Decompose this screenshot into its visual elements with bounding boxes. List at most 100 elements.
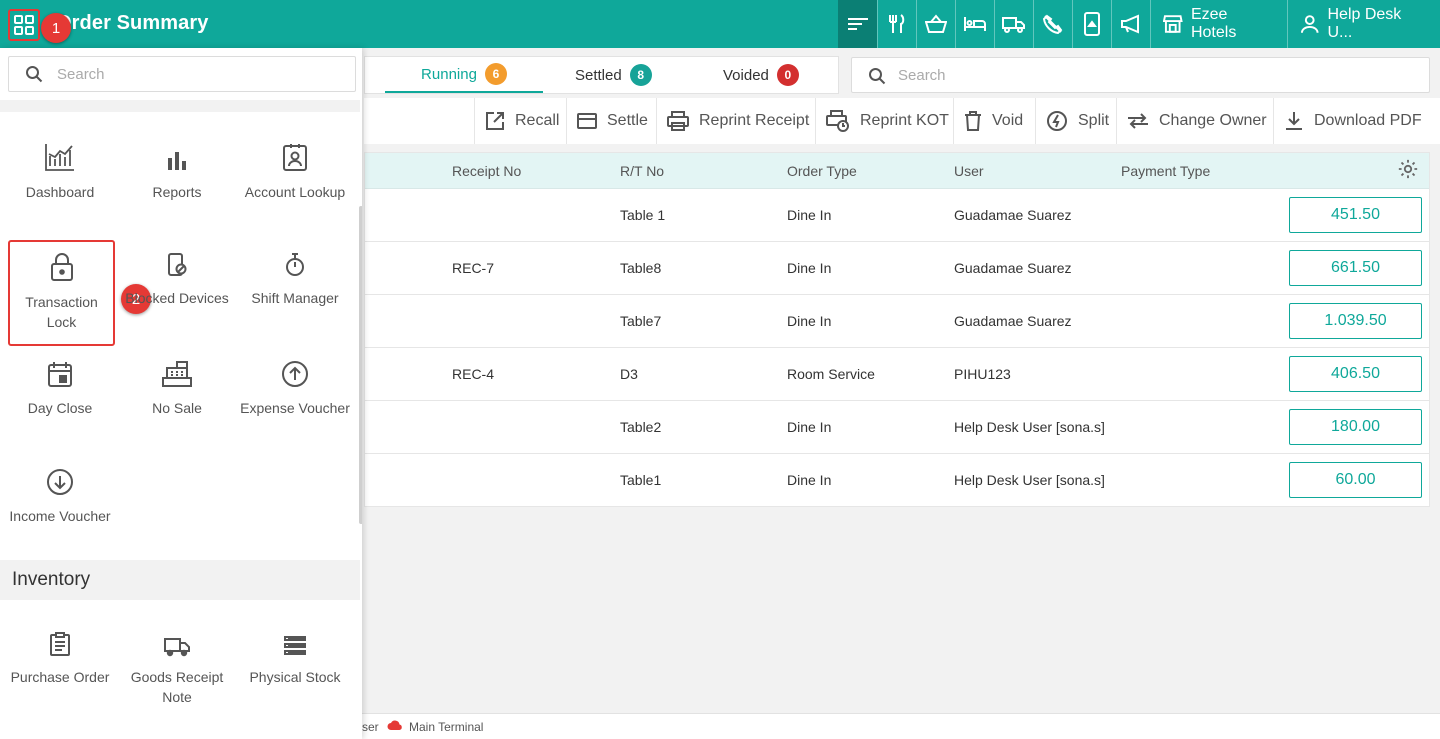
table-row[interactable]: REC-4 D3 Room Service PIHU123 406.50 xyxy=(365,348,1429,401)
nav-delivery-button[interactable] xyxy=(994,0,1033,48)
void-button[interactable]: Void xyxy=(953,98,1023,144)
order-search xyxy=(851,57,1430,93)
reprint-receipt-button[interactable]: Reprint Receipt xyxy=(656,98,809,144)
menu-item-income-voucher[interactable]: Income Voucher xyxy=(1,462,119,526)
cell-user: Help Desk User [sona.s] xyxy=(954,419,1105,435)
tab-settled-count: 8 xyxy=(629,64,652,86)
clipboard-icon xyxy=(1,623,119,657)
menu-item-label: Physical Stock xyxy=(249,669,341,685)
dashboard-icon xyxy=(1,138,119,172)
nav-orders-button[interactable] xyxy=(838,0,878,48)
menu-item-reports[interactable]: Reports xyxy=(118,138,236,202)
footer-terminal: Main Terminal xyxy=(409,720,484,734)
column-header-payment-type: Payment Type xyxy=(1121,163,1211,179)
menu-item-label: Reports xyxy=(152,184,202,200)
download-icon xyxy=(1286,112,1302,130)
menu-item-transaction-lock[interactable]: Transaction Lock xyxy=(8,240,115,346)
menu-item-label: Purchase Order xyxy=(10,669,110,685)
menu-item-goods-receipt-note[interactable]: Goods Receipt Note xyxy=(118,623,236,707)
cell-order-type: Dine In xyxy=(787,207,832,223)
amount-button[interactable]: 451.50 xyxy=(1289,197,1422,233)
cell-rt: Table8 xyxy=(620,260,662,276)
menu-item-no-sale[interactable]: No Sale xyxy=(118,354,236,418)
nav-announcement-button[interactable] xyxy=(1111,0,1150,48)
user-menu[interactable]: Help Desk U... xyxy=(1287,0,1440,48)
printer-clock-icon xyxy=(826,110,849,132)
change-owner-button[interactable]: Change Owner xyxy=(1116,98,1267,144)
menu-item-label: Expense Voucher xyxy=(240,400,350,416)
trash-icon xyxy=(965,111,981,131)
search-icon xyxy=(868,67,886,85)
cell-receipt: REC-7 xyxy=(452,260,495,276)
settle-button[interactable]: Settle xyxy=(566,98,648,144)
cloud-icon xyxy=(387,720,403,734)
column-header-rt: R/T No xyxy=(620,163,665,179)
menu-item-label: Goods Receipt Note xyxy=(130,669,224,705)
cell-user: PIHU123 xyxy=(954,366,1011,382)
download-pdf-button[interactable]: Download PDF xyxy=(1273,98,1422,144)
menu-item-physical-stock[interactable]: Physical Stock xyxy=(236,623,354,687)
menu-search-input[interactable] xyxy=(57,57,347,91)
reprint-kot-button[interactable]: Reprint KOT xyxy=(815,98,949,144)
menu-item-dashboard[interactable]: Dashboard xyxy=(1,138,119,202)
megaphone-icon xyxy=(1121,14,1140,34)
app-side-menu: Dashboard Reports Account Lookup Transac… xyxy=(0,48,362,739)
menu-item-account-lookup[interactable]: Account Lookup xyxy=(236,138,354,202)
cell-order-type: Room Service xyxy=(787,366,875,382)
menu-item-blocked-devices[interactable]: Blocked Devices xyxy=(118,244,236,308)
page-title: Order Summary xyxy=(56,12,209,34)
gear-icon xyxy=(1398,159,1418,179)
recall-button[interactable]: Recall xyxy=(474,98,559,144)
column-header-user: User xyxy=(954,163,984,179)
apps-menu-button[interactable] xyxy=(8,9,40,41)
column-settings-button[interactable] xyxy=(1397,158,1419,185)
menu-item-purchase-order[interactable]: Purchase Order xyxy=(1,623,119,687)
menu-item-day-close[interactable]: Day Close xyxy=(1,354,119,418)
nav-no-phone-button[interactable] xyxy=(1033,0,1072,48)
table-row[interactable]: Table2 Dine In Help Desk User [sona.s] 1… xyxy=(365,401,1429,454)
menu-item-shift-manager[interactable]: Shift Manager xyxy=(236,244,354,308)
menu-scrollbar[interactable] xyxy=(359,206,362,524)
tab-settled[interactable]: Settled 8 xyxy=(575,57,652,93)
nav-mobile-order-button[interactable] xyxy=(1072,0,1111,48)
printer-icon xyxy=(667,111,689,131)
credit-card-icon xyxy=(577,113,597,129)
amount-button[interactable]: 406.50 xyxy=(1289,356,1422,392)
delivery-truck-icon xyxy=(118,623,236,657)
amount-button[interactable]: 180.00 xyxy=(1289,409,1422,445)
table-row[interactable]: REC-7 Table8 Dine In Guadamae Suarez 661… xyxy=(365,242,1429,295)
nav-retail-button[interactable] xyxy=(916,0,955,48)
amount-button[interactable]: 60.00 xyxy=(1289,462,1422,498)
table-row[interactable]: Table 1 Dine In Guadamae Suarez 451.50 xyxy=(365,189,1429,242)
amount-button[interactable]: 1.039.50 xyxy=(1289,303,1422,339)
nav-restaurant-button[interactable] xyxy=(877,0,916,48)
cell-user: Guadamae Suarez xyxy=(954,207,1072,223)
menu-item-label: Income Voucher xyxy=(9,508,111,524)
menu-item-label: Account Lookup xyxy=(244,184,346,200)
void-label: Void xyxy=(992,112,1024,129)
split-button[interactable]: Split xyxy=(1035,98,1109,144)
menu-item-label: Day Close xyxy=(27,400,93,416)
lightning-circle-icon xyxy=(1047,111,1067,131)
table-row[interactable]: Table7 Dine In Guadamae Suarez 1.039.50 xyxy=(365,295,1429,348)
menu-item-label: Transaction Lock xyxy=(25,294,98,330)
order-search-input[interactable] xyxy=(898,58,1418,92)
menu-item-expense-voucher[interactable]: Expense Voucher xyxy=(236,354,354,418)
table-row[interactable]: Table1 Dine In Help Desk User [sona.s] 6… xyxy=(365,454,1429,507)
table-header: Receipt No R/T No Order Type User Paymen… xyxy=(365,153,1429,189)
no-phone-icon xyxy=(1043,14,1063,35)
amount-button[interactable]: 661.50 xyxy=(1289,250,1422,286)
calendar-icon xyxy=(1,354,119,388)
reprint-kot-label: Reprint KOT xyxy=(860,112,949,129)
tab-running[interactable]: Running 6 xyxy=(385,57,543,93)
nav-rooms-button[interactable] xyxy=(955,0,994,48)
cash-register-icon xyxy=(118,354,236,388)
user-icon xyxy=(1300,15,1319,33)
cell-rt: Table2 xyxy=(620,419,662,435)
property-selector[interactable]: Ezee Hotels xyxy=(1150,0,1287,48)
user-name: Help Desk U... xyxy=(1327,6,1402,41)
top-nav-icons: Ezee Hotels Help Desk U... xyxy=(838,0,1440,48)
tab-voided[interactable]: Voided 0 xyxy=(723,57,799,93)
section-header-band xyxy=(0,100,360,112)
download-pdf-label: Download PDF xyxy=(1314,112,1422,129)
